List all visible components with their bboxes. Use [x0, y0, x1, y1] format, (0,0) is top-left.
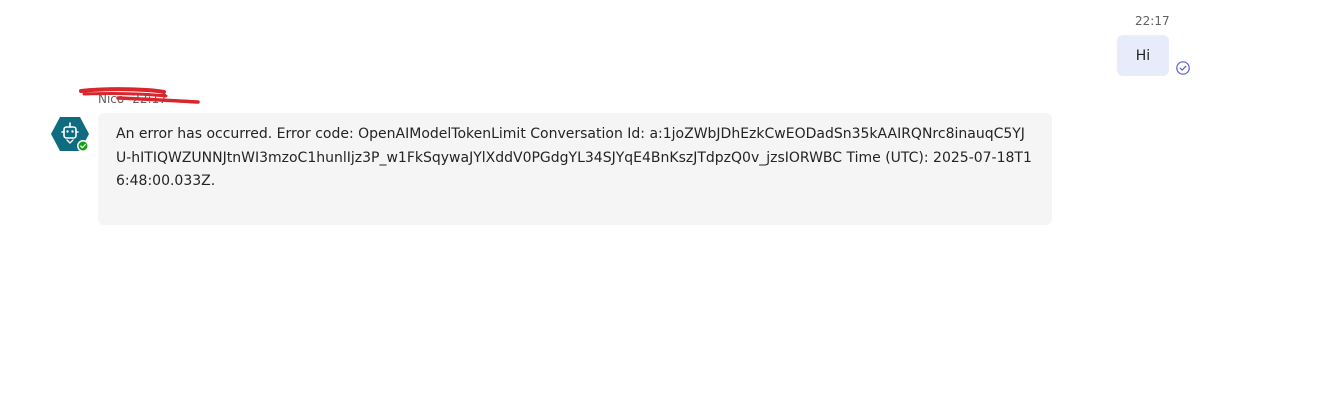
- available-check-icon: [77, 140, 89, 152]
- incoming-message-bubble[interactable]: An error has occurred. Error code: OpenA…: [98, 113, 1052, 225]
- outgoing-message-bubble[interactable]: Hi: [1117, 35, 1169, 76]
- incoming-message-text: An error has occurred. Error code: OpenA…: [116, 126, 1032, 189]
- outgoing-timestamp: 22:17: [1135, 14, 1170, 28]
- redaction-scribble: [79, 87, 200, 104]
- read-receipt-check-icon: [1176, 61, 1190, 75]
- outgoing-message-text: Hi: [1135, 47, 1151, 64]
- bot-avatar-icon[interactable]: [51, 116, 89, 152]
- chat-thread: 22:17 Hi Nico 22:17 An error has occurred…: [0, 0, 1341, 406]
